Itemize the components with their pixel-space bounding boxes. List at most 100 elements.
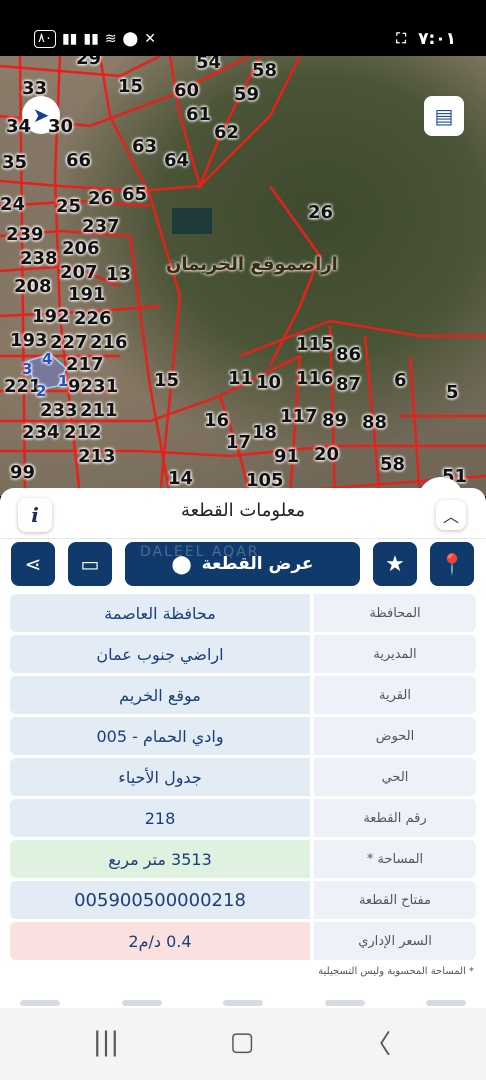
star-icon: ★	[385, 551, 405, 577]
status-bar: ٨٠ ▮▮ ▮▮ ≋ ⬤ ✕ ⛶ ٧:٠١	[0, 0, 486, 56]
parcel-number[interactable]: 217	[66, 354, 104, 375]
row-value: اراضي جنوب عمان	[10, 635, 310, 673]
favorite-button[interactable]: ★	[373, 542, 417, 586]
mute-icon: ✕	[144, 31, 156, 47]
parcel-number[interactable]: 30	[48, 116, 73, 137]
collapse-button[interactable]: ︿	[436, 500, 466, 530]
peek-tab[interactable]	[426, 1000, 466, 1006]
boundary-button[interactable]: ▭	[68, 542, 112, 586]
parcel-number[interactable]: 226	[74, 308, 112, 329]
parcel-number[interactable]: 58	[252, 60, 277, 81]
row-label: الحوض	[314, 717, 476, 755]
parcel-number[interactable]: 115	[296, 334, 334, 355]
parcel-number[interactable]: 206	[62, 238, 100, 259]
parcel-number[interactable]: 66	[66, 150, 91, 171]
parcel-number[interactable]: 59	[234, 84, 259, 105]
map-view[interactable]: ➤ ▤ اراضموقع الخريمان 29 54 58 33 15 60 …	[0, 56, 486, 496]
row-label: المحافظة	[314, 594, 476, 632]
row-value: 3513 متر مربع	[10, 840, 310, 878]
parcel-number[interactable]: 207	[60, 262, 98, 283]
parcel-number[interactable]: 33	[22, 78, 47, 99]
wifi-icon: ≋	[104, 31, 117, 47]
peek-tab[interactable]	[20, 1000, 60, 1006]
parcel-number[interactable]: 29	[76, 56, 101, 69]
parcel-number[interactable]: 116	[296, 368, 334, 389]
share-button[interactable]: ⋖	[11, 542, 55, 586]
parcel-number[interactable]: 238	[20, 248, 58, 269]
parcel-number[interactable]: 233	[40, 400, 78, 421]
parcel-number[interactable]: 63	[132, 136, 157, 157]
parcel-number[interactable]: 10	[256, 372, 281, 393]
peek-tab[interactable]	[121, 1000, 162, 1006]
parcel-number[interactable]: 211	[80, 400, 118, 421]
peek-tab[interactable]	[324, 1000, 365, 1006]
parcel-number[interactable]: 15	[154, 370, 179, 391]
parcel-number[interactable]: 227	[50, 332, 88, 353]
map-location-label: اراضموقع الخريمان	[166, 254, 338, 275]
parcel-number[interactable]: 234	[22, 422, 60, 443]
parcel-number[interactable]: 54	[196, 56, 221, 73]
row-value: جدول الأحياء	[10, 758, 310, 796]
parcel-number[interactable]: 25	[56, 196, 81, 217]
peek-tabs	[20, 1000, 466, 1006]
location-icon: ⬤	[122, 31, 139, 47]
parcel-number[interactable]: 191	[68, 284, 106, 305]
parcel-number[interactable]: 208	[14, 276, 52, 297]
google-maps-icon: 📍	[439, 552, 465, 576]
parcel-number[interactable]: 193	[10, 330, 48, 351]
parcel-number[interactable]: 62	[214, 122, 239, 143]
parcel-number[interactable]: 34	[6, 116, 31, 137]
row-value: وادي الحمام - 005	[10, 717, 310, 755]
parcel-number[interactable]: 60	[174, 80, 199, 101]
parcel-number[interactable]: 16	[204, 410, 229, 431]
polygon-icon: ▭	[80, 552, 100, 576]
parcel-number[interactable]: 26	[88, 188, 113, 209]
parcel-number[interactable]: 212	[64, 422, 102, 443]
parcel-number[interactable]: 35	[2, 152, 27, 173]
parcel-number[interactable]: 17	[226, 432, 251, 453]
parcel-number[interactable]: 99	[10, 462, 35, 483]
vertex-number: 4	[42, 350, 53, 368]
parcel-number[interactable]: 18	[252, 422, 277, 443]
parcel-number[interactable]: 88	[362, 412, 387, 433]
parcel-number[interactable]: 239	[6, 224, 44, 245]
parcel-number[interactable]: 13	[106, 264, 131, 285]
parcel-number[interactable]: 192	[32, 306, 70, 327]
parcel-number[interactable]: 5	[446, 382, 459, 403]
parcel-number[interactable]: 65	[122, 184, 147, 205]
parcel-number[interactable]: 58	[380, 454, 405, 475]
row-value: موقع الخريم	[10, 676, 310, 714]
parcel-number[interactable]: 61	[186, 104, 211, 125]
back-button[interactable]: 〈	[348, 1022, 408, 1062]
status-left: ٨٠ ▮▮ ▮▮ ≋ ⬤ ✕	[34, 30, 156, 48]
recent-apps-button[interactable]: |||	[76, 1022, 136, 1062]
parcel-number[interactable]: 117	[280, 406, 318, 427]
home-icon: ▢	[229, 1027, 255, 1057]
parcel-number[interactable]: 14	[168, 468, 193, 489]
row-label: المديرية	[314, 635, 476, 673]
system-nav-bar: ||| ▢ 〈	[0, 1008, 486, 1080]
parcel-number[interactable]: 24	[0, 194, 25, 215]
parcel-number[interactable]: 89	[322, 410, 347, 431]
parcel-number[interactable]: 237	[82, 216, 120, 237]
peek-tab[interactable]	[223, 1000, 263, 1006]
parcel-number[interactable]: 15	[118, 76, 143, 97]
parcel-number[interactable]: 26	[308, 202, 333, 223]
row-value: محافظة العاصمة	[10, 594, 310, 632]
parcel-number[interactable]: 91	[274, 446, 299, 467]
parcel-number[interactable]: 64	[164, 150, 189, 171]
parcel-number[interactable]: 9231	[68, 376, 118, 397]
parcel-number[interactable]: 216	[90, 332, 128, 353]
table-row: الحوض وادي الحمام - 005	[10, 717, 476, 755]
parcel-number[interactable]: 86	[336, 344, 361, 365]
google-maps-button[interactable]: 📍	[430, 542, 474, 586]
signal-icon: ▮▮	[83, 31, 99, 47]
parcel-number[interactable]: 213	[78, 446, 116, 467]
home-button[interactable]: ▢	[212, 1022, 272, 1062]
parcel-number[interactable]: 20	[314, 444, 339, 465]
table-row: المساحة * 3513 متر مربع	[10, 840, 476, 878]
parcel-number[interactable]: 11	[228, 368, 253, 389]
parcel-number[interactable]: 6	[394, 370, 407, 391]
parcel-number[interactable]: 87	[336, 374, 361, 395]
map-layers-button[interactable]: ▤	[424, 96, 464, 136]
